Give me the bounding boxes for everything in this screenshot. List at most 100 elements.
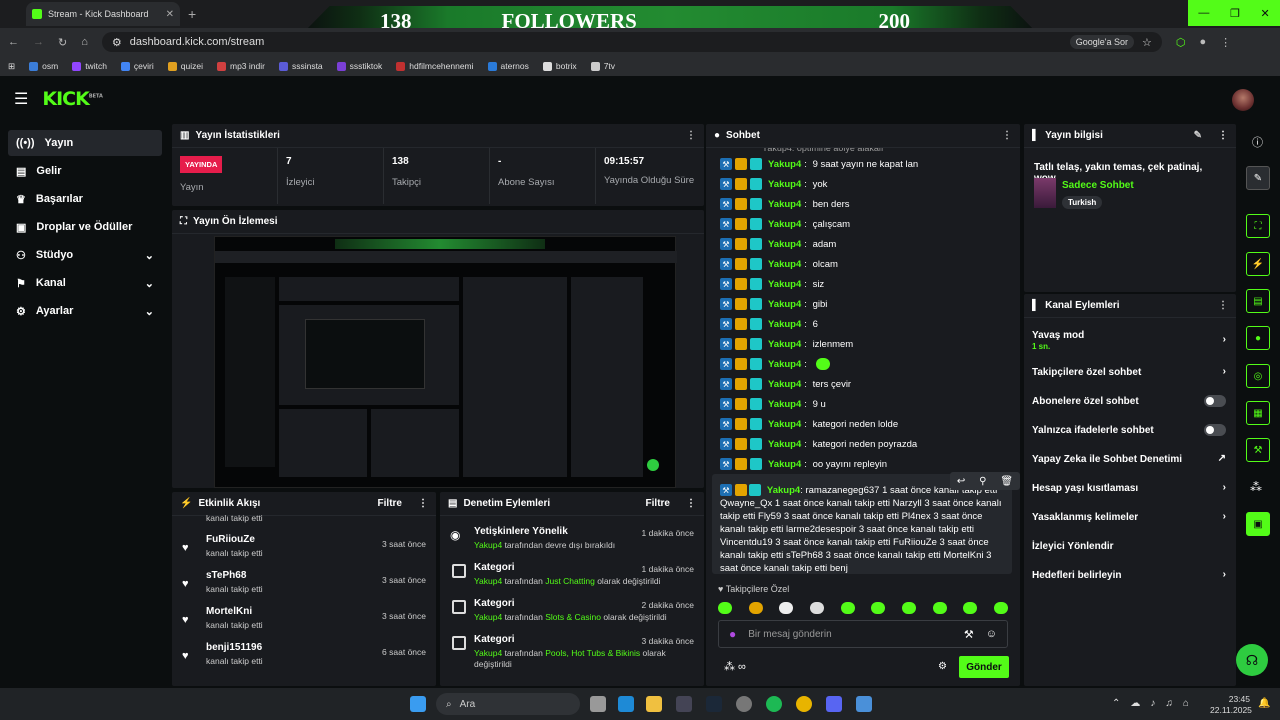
discord-icon[interactable] [826, 696, 842, 712]
new-tab-icon[interactable]: + [188, 6, 196, 22]
tray-chevron-icon[interactable]: ⌃ [1112, 698, 1120, 709]
filter-button[interactable]: Filtre [646, 498, 670, 509]
more-options-icon[interactable]: ⋮ [1002, 130, 1012, 141]
close-tab-icon[interactable]: ✕ [166, 9, 174, 20]
lightning-rail-icon[interactable]: ⚡ [1246, 252, 1270, 276]
chat-message[interactable]: ⚒ Yakup4: 9 saat yayın ne kapat lan [706, 154, 1020, 174]
chat-message[interactable]: ⚒ Yakup4: izlenmem [706, 334, 1020, 354]
forward-icon[interactable]: → [33, 36, 44, 48]
pin-icon[interactable]: ⚲ [979, 476, 986, 487]
speaker-icon[interactable]: ♫ [1165, 698, 1173, 709]
chat-username[interactable]: Yakup4 [768, 339, 801, 350]
chat-username[interactable]: Yakup4 [767, 485, 800, 496]
emote-icon[interactable] [840, 602, 855, 614]
chat-message[interactable]: ⚒ Yakup4: 9 u [706, 394, 1020, 414]
bookmark-ssstiktok[interactable]: ssstiktok [336, 61, 382, 71]
chat-username[interactable]: Yakup4 [768, 439, 801, 450]
category-link[interactable]: Sadece Sohbet [1062, 180, 1134, 191]
emoji-picker-icon[interactable]: ☺ [986, 628, 997, 640]
reload-icon[interactable]: ↻ [58, 36, 67, 49]
app-icon[interactable] [856, 696, 872, 712]
tray-app-icon[interactable]: ☁ [1130, 698, 1140, 709]
emote-icon[interactable] [718, 602, 732, 614]
emote-icon[interactable] [871, 602, 886, 614]
emote-icon[interactable] [748, 602, 763, 614]
chat-input[interactable]: ● Bir mesaj gönderin ⚒ ☺ [718, 620, 1008, 648]
chat-username[interactable]: Yakup4 [768, 219, 801, 230]
emotes-only-toggle[interactable] [1204, 424, 1226, 436]
windows-start-icon[interactable] [410, 696, 426, 712]
chat-username[interactable]: Yakup4 [768, 179, 801, 190]
emote-icon[interactable] [901, 602, 916, 614]
sidebar-item-gelir[interactable]: ▤ Gelir [8, 158, 162, 184]
bookmark-aternos[interactable]: aternos [487, 61, 529, 71]
sidebar-item-kanal[interactable]: ⚑ Kanal ⌄ [8, 270, 162, 296]
chat-rail-icon[interactable]: ● [1246, 326, 1270, 350]
back-icon[interactable]: ← [8, 36, 19, 48]
more-options-icon[interactable]: ⋮ [1218, 300, 1228, 311]
ai-moderation-row[interactable]: Yapay Zeka ile Sohbet Denetimi ↗ [1024, 445, 1236, 474]
chat-message[interactable]: ⚒ Yakup4: oo yayını repleyin [706, 454, 1020, 474]
chat-username[interactable]: Yakup4 [768, 299, 801, 310]
fullscreen-rail-icon[interactable]: ⛶ [1246, 214, 1270, 238]
reply-icon[interactable]: ↩ [957, 476, 965, 487]
broadcast-rail-icon[interactable]: ◎ [1246, 364, 1270, 388]
chat-message[interactable]: ⚒ Yakup4: 6 [706, 314, 1020, 334]
google-ask-button[interactable]: Google'a Sor [1069, 35, 1134, 49]
chat-username[interactable]: Yakup4 [768, 259, 801, 270]
edge-icon[interactable] [618, 696, 634, 712]
chat-username[interactable]: Yakup4 [768, 239, 801, 250]
chat-username[interactable]: Yakup4 [768, 359, 801, 370]
bookmark-mp3[interactable]: mp3 indir [216, 61, 265, 71]
restore-icon[interactable]: ❐ [1230, 7, 1240, 20]
home-icon[interactable]: ⌂ [81, 36, 88, 48]
more-options-icon[interactable]: ⋮ [686, 498, 696, 509]
chat-username[interactable]: Yakup4 [768, 419, 801, 430]
account-age-row[interactable]: Hesap yaşı kısıtlaması › [1024, 474, 1236, 503]
emote-icon[interactable] [932, 602, 947, 614]
banned-words-row[interactable]: Yasaklanmış kelimeler › [1024, 503, 1236, 532]
emote-icon[interactable] [963, 602, 978, 614]
browser-menu-icon[interactable]: ⋮ [1220, 36, 1231, 49]
bookmark-ceviri[interactable]: çeviri [120, 61, 154, 71]
layout-rail-icon[interactable]: ▦ [1246, 401, 1270, 425]
site-info-icon[interactable]: ⚙ [112, 36, 122, 49]
profile-icon[interactable]: ● [1199, 36, 1206, 48]
chrome-icon[interactable] [796, 696, 812, 712]
bookmark-7tv[interactable]: 7tv [590, 61, 615, 71]
clipboard-rail-icon[interactable]: ▤ [1246, 289, 1270, 313]
chat-message[interactable]: ⚒ Yakup4: çalışcam [706, 214, 1020, 234]
user-avatar[interactable] [1232, 89, 1254, 111]
hamburger-menu-icon[interactable]: ☰ [14, 89, 28, 109]
edit-rail-icon[interactable]: ✎ [1246, 166, 1270, 190]
chat-message[interactable]: ⚒ Yakup4: yok [706, 174, 1020, 194]
chat-message[interactable]: ⚒ Yakup4: ben ders [706, 194, 1020, 214]
chat-settings-icon[interactable]: ⚙ [938, 661, 947, 672]
kick-logo[interactable]: KICKBETA [42, 88, 103, 110]
spotify-icon[interactable] [766, 696, 782, 712]
delete-icon[interactable]: 🗑 [1000, 476, 1013, 487]
bookmark-botrix[interactable]: botrix [542, 61, 577, 71]
slow-mode-row[interactable]: Yavaş mod 1 sn. › [1024, 324, 1236, 358]
bookmark-quizei[interactable]: quizei [167, 61, 203, 71]
chat-username[interactable]: Yakup4 [768, 159, 801, 170]
chat-message[interactable]: ⚒ Yakup4: olcam [706, 254, 1020, 274]
sidebar-item-ayarlar[interactable]: ⚙ Ayarlar ⌄ [8, 298, 162, 324]
store-icon[interactable] [676, 696, 692, 712]
chat-username[interactable]: Yakup4 [768, 199, 801, 210]
sidebar-item-basarilar[interactable]: ♛ Başarılar [8, 186, 162, 212]
dots-rail-icon[interactable]: ⁂ [1250, 480, 1262, 494]
chat-message[interactable]: ⚒ Yakup4: kategori neden poyrazda [706, 434, 1020, 454]
chat-username[interactable]: Yakup4 [768, 319, 801, 330]
send-button[interactable]: Gönder [959, 656, 1009, 678]
network-icon[interactable]: ⌂ [1183, 698, 1189, 709]
help-support-icon[interactable]: ☊ [1236, 644, 1268, 676]
apps-grid-icon[interactable]: ⊞ [8, 61, 15, 72]
task-view-icon[interactable] [590, 696, 606, 712]
filter-button[interactable]: Filtre [378, 498, 402, 509]
emote-icon[interactable] [993, 602, 1008, 614]
chat-username[interactable]: Yakup4 [768, 379, 801, 390]
followers-only-chat-row[interactable]: Takipçilere özel sohbet › [1024, 358, 1236, 387]
chat-message[interactable]: ⚒ Yakup4: ters çevir [706, 374, 1020, 394]
more-options-icon[interactable]: ⋮ [418, 498, 428, 509]
